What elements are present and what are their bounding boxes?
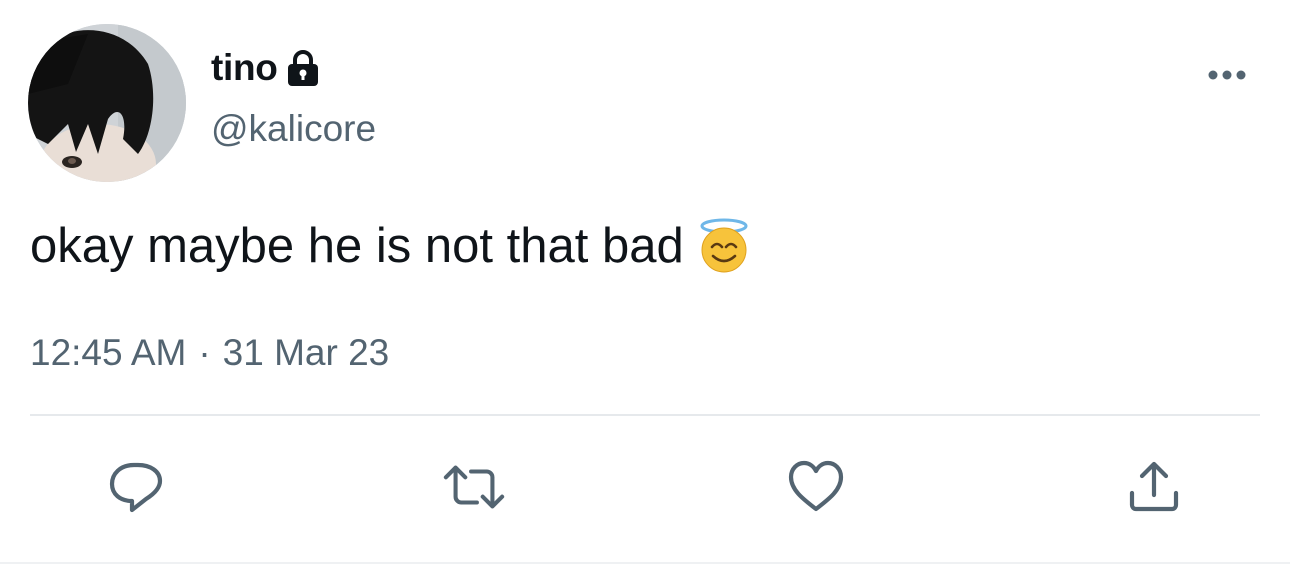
more-icon [1208, 70, 1246, 80]
display-name-row: tino [211, 42, 320, 94]
reply-button[interactable] [104, 455, 168, 519]
avatar-image [28, 24, 186, 182]
retweet-button[interactable] [442, 455, 506, 519]
share-button[interactable] [1122, 455, 1186, 519]
avatar[interactable] [28, 24, 186, 182]
display-name[interactable]: tino [211, 47, 278, 89]
tweet-time: 12:45 AM [30, 332, 187, 373]
timestamp[interactable]: 12:45 AM · 31 Mar 23 [30, 332, 389, 374]
like-button[interactable] [784, 455, 848, 519]
bottom-divider [0, 562, 1290, 564]
meta-separator: · [198, 332, 211, 373]
tweet-text: okay maybe he is not that bad [30, 219, 684, 273]
heart-icon [788, 460, 844, 512]
smiling-face-with-halo-icon [698, 218, 750, 274]
reply-icon [109, 462, 163, 513]
lock-icon [286, 48, 320, 88]
tweet-text-row: okay maybe he is not that bad [30, 218, 750, 274]
more-options-button[interactable] [1200, 58, 1254, 92]
retweet-icon [443, 465, 505, 509]
divider [30, 414, 1260, 416]
user-handle[interactable]: @kalicore [211, 108, 376, 150]
tweet-date: 31 Mar 23 [222, 332, 390, 373]
share-icon [1129, 461, 1179, 512]
tweet-card: tino @kalicore okay maybe he is not that… [0, 0, 1290, 579]
